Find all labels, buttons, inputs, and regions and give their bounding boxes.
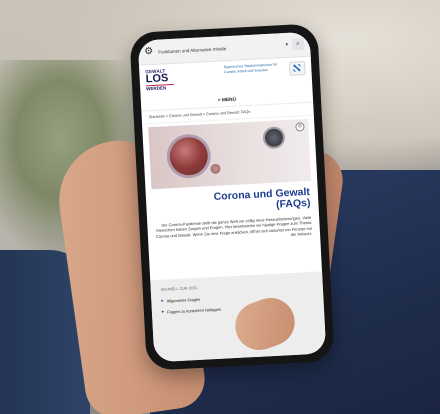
- chevron-down-icon[interactable]: ▾: [285, 42, 288, 48]
- search-icon[interactable]: ⌕: [291, 38, 305, 51]
- smartphone: ⚙ Funktionen und Alternative Inhalte ▾ ⌕…: [129, 23, 335, 371]
- hero-image: ©: [148, 118, 312, 190]
- info-icon[interactable]: ©: [295, 122, 305, 132]
- quick-link-label: Allgemeine Fragen: [166, 296, 201, 304]
- coat-of-arms-icon: [289, 60, 306, 76]
- phone-screen: ⚙ Funktionen und Alternative Inhalte ▾ ⌕…: [137, 31, 327, 363]
- virus-icon: [264, 128, 284, 148]
- arrow-right-icon: ▸: [161, 297, 164, 303]
- logo-line2: LOS: [145, 72, 169, 86]
- quick-link-label: Fragen zu konkreten Notlagen: [167, 306, 222, 315]
- gewalt-los-werden-logo[interactable]: GEWALT LOS WERDEN: [145, 68, 175, 99]
- quick-links-heading: SCHNELL ZUR ZIEL:: [160, 285, 199, 292]
- virus-icon: [210, 163, 221, 175]
- ministry-name: Bayerisches Staatsministerium für Famili…: [224, 62, 278, 74]
- virus-icon: [168, 136, 209, 177]
- gear-icon[interactable]: ⚙: [144, 46, 155, 57]
- ministry-logo[interactable]: Bayerisches Staatsministerium für Famili…: [224, 60, 306, 95]
- arrow-right-icon: ▸: [161, 308, 165, 314]
- functions-menu[interactable]: Funktionen und Alternative Inhalte: [158, 43, 282, 55]
